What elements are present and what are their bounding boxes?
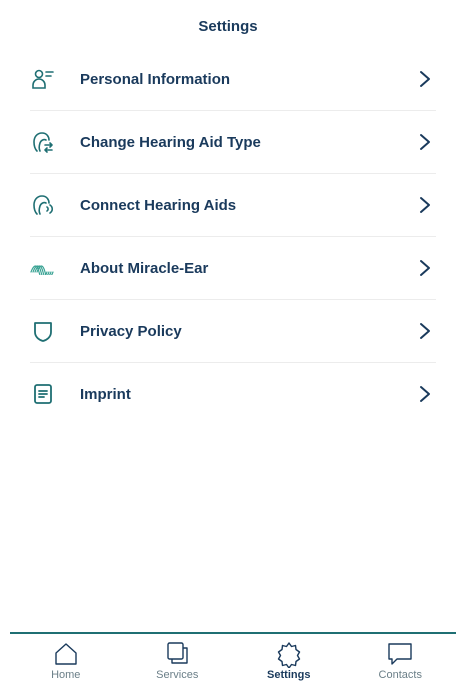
tab-label: Contacts (378, 669, 422, 681)
tab-services[interactable]: Services (122, 634, 234, 686)
bottom-tab-bar: Home Services Settings Contacts (10, 632, 456, 686)
gear-icon (277, 642, 300, 668)
chevron-right-icon (420, 134, 430, 150)
hearing-aid-connect-icon (30, 192, 56, 218)
tab-label: Services (156, 669, 199, 681)
settings-item-label: Personal Information (80, 70, 231, 88)
settings-item-label: About Miracle-Ear (80, 259, 209, 277)
chevron-right-icon (420, 197, 430, 213)
settings-list: Personal Information Change Hearing Aid … (0, 48, 456, 425)
settings-item-imprint[interactable]: Imprint (30, 363, 436, 425)
settings-item-change-hearing-aid-type[interactable]: Change Hearing Aid Type (30, 111, 436, 174)
tab-home[interactable]: Home (10, 634, 122, 686)
shield-icon (30, 318, 56, 344)
settings-item-privacy-policy[interactable]: Privacy Policy (30, 300, 436, 363)
tab-settings[interactable]: Settings (233, 634, 345, 686)
settings-item-connect-hearing-aids[interactable]: Connect Hearing Aids (30, 174, 436, 237)
chevron-right-icon (420, 71, 430, 87)
settings-item-label: Connect Hearing Aids (80, 196, 237, 214)
chevron-right-icon (420, 386, 430, 402)
settings-item-label: Change Hearing Aid Type (80, 133, 261, 151)
chevron-right-icon (420, 260, 430, 276)
home-icon (55, 643, 77, 665)
tab-label: Settings (267, 669, 311, 681)
settings-item-about-miracle-ear[interactable]: About Miracle-Ear (30, 237, 436, 300)
services-icon (167, 642, 188, 664)
document-icon (30, 381, 56, 407)
tab-label: Home (51, 669, 81, 681)
person-icon (30, 66, 56, 92)
settings-item-label: Privacy Policy (80, 322, 182, 340)
settings-item-personal-information[interactable]: Personal Information (30, 48, 436, 111)
tab-contacts[interactable]: Contacts (345, 634, 456, 686)
page-title: Settings (198, 18, 258, 35)
miracle-ear-logo-icon (30, 255, 56, 281)
hearing-aid-swap-icon (30, 129, 56, 155)
chevron-right-icon (420, 323, 430, 339)
chat-icon (388, 643, 412, 665)
settings-item-label: Imprint (80, 385, 131, 403)
